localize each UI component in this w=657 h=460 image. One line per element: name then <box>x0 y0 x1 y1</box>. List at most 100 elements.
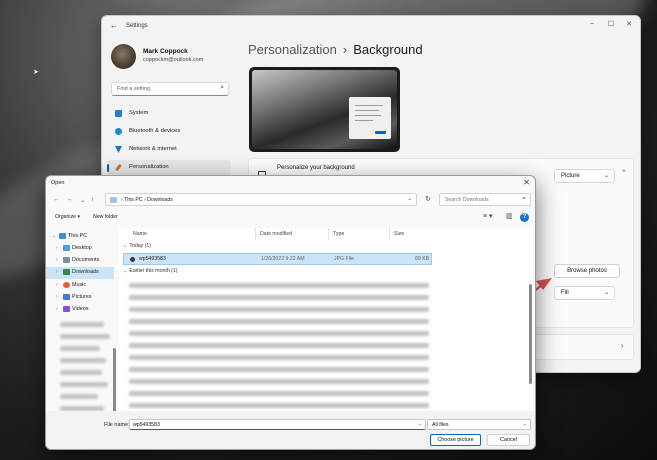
file-row-redacted[interactable] <box>129 367 429 372</box>
preview-button <box>375 131 386 134</box>
settings-titlebar: ← Settings – ☐ ✕ <box>102 16 640 38</box>
file-row-redacted[interactable] <box>129 355 429 360</box>
tree-label: Music <box>72 282 87 288</box>
view-options-icon[interactable]: ≡ ▾ <box>483 212 493 220</box>
column-header-date[interactable]: Date modified <box>260 231 292 237</box>
expand-arrow-icon[interactable]: › <box>56 245 58 251</box>
tree-label: Videos <box>72 306 89 312</box>
tree-item-downloads[interactable]: › Downloads <box>46 267 114 279</box>
help-icon[interactable]: ? <box>520 213 529 222</box>
new-folder-button[interactable]: New folder <box>93 214 118 220</box>
preview-line <box>355 115 381 116</box>
refresh-icon[interactable]: ↻ <box>425 195 431 203</box>
file-list-scrollbar[interactable] <box>529 284 532 384</box>
tree-item-desktop[interactable]: › Desktop <box>46 243 114 255</box>
column-header-name[interactable]: Name <box>133 231 147 237</box>
tree-item-pictures[interactable]: › Pictures <box>46 292 114 304</box>
nav-item-personalization[interactable]: Personalization <box>107 160 231 175</box>
tree-item-documents[interactable]: › Documents <box>46 255 114 267</box>
preview-pane-icon[interactable]: ▥ <box>506 212 513 220</box>
avatar[interactable] <box>111 44 136 69</box>
documents-icon <box>63 257 70 263</box>
bluetooth-icon <box>115 128 122 135</box>
tree-label: Documents <box>72 257 100 263</box>
file-row-redacted[interactable] <box>129 319 429 324</box>
choose-picture-button[interactable]: Choose picture <box>430 434 481 446</box>
tree-item-videos[interactable]: › Videos <box>46 304 114 316</box>
file-row-redacted[interactable] <box>129 379 429 384</box>
tree-item-redacted[interactable] <box>60 358 106 363</box>
file-name-value: wp5493583 <box>133 422 160 428</box>
group-label: Earlier this month (1) <box>129 268 178 274</box>
column-header-type[interactable]: Type <box>333 231 344 237</box>
tree-item-redacted[interactable] <box>60 370 102 375</box>
up-arrow-icon[interactable]: ↑ <box>91 196 94 203</box>
expand-arrow-icon[interactable]: › <box>56 294 58 300</box>
search-input[interactable]: Search Downloads ⌕ <box>439 193 531 206</box>
nav-item-system[interactable]: System <box>107 106 231 121</box>
chevron-down-icon[interactable]: ⌄ <box>407 196 412 202</box>
fit-value: Fill <box>561 290 569 296</box>
file-row-redacted[interactable] <box>129 307 429 312</box>
chevron-up-icon[interactable]: ⌃ <box>621 169 627 177</box>
breadcrumb-parent[interactable]: Personalization <box>248 42 337 57</box>
downloads-icon <box>63 269 70 275</box>
file-name-input[interactable]: wp5493583 ⌄ <box>129 419 426 430</box>
chevron-down-icon: ⌄ <box>522 421 527 427</box>
close-icon[interactable]: ✕ <box>523 178 530 187</box>
maximize-icon[interactable]: ☐ <box>608 20 614 28</box>
file-row-redacted[interactable] <box>129 283 429 288</box>
tree-item-this-pc[interactable]: ⌄ This PC <box>46 231 114 243</box>
search-icon: ⌕ <box>522 195 526 202</box>
file-row-redacted[interactable] <box>129 343 429 348</box>
nav-label: Bluetooth & devices <box>129 128 181 134</box>
file-row-redacted[interactable] <box>129 403 429 408</box>
chevron-down-icon: ⌄ <box>603 290 609 296</box>
tree-item-redacted[interactable] <box>60 394 98 399</box>
forward-arrow-icon[interactable]: → <box>66 196 73 203</box>
nav-item-network[interactable]: Network & internet <box>107 142 231 157</box>
tree-item-redacted[interactable] <box>60 346 100 351</box>
close-icon[interactable]: ✕ <box>626 20 632 28</box>
navigation-pane: ⌄ This PC › Desktop › Documents › Downlo… <box>46 228 116 421</box>
expand-arrow-icon[interactable]: › <box>56 306 58 312</box>
expand-arrow-icon[interactable]: › <box>56 282 58 288</box>
expand-arrow-icon[interactable]: › <box>56 257 58 263</box>
expand-arrow-icon[interactable]: ⌄ <box>52 233 56 239</box>
desktop-icon <box>63 245 70 251</box>
active-indicator <box>107 164 109 172</box>
browse-photos-button[interactable]: Browse photos <box>554 264 620 278</box>
nav-label: Network & internet <box>129 146 177 152</box>
back-arrow-icon[interactable]: ← <box>53 196 60 203</box>
wifi-icon <box>115 146 122 153</box>
pc-icon <box>110 197 117 203</box>
organize-button[interactable]: Organize ▾ <box>55 214 80 220</box>
cancel-button[interactable]: Cancel <box>487 434 530 446</box>
tree-item-redacted[interactable] <box>60 322 104 327</box>
address-bar[interactable]: › This PC › Downloads ⌄ <box>105 193 417 206</box>
group-header-today[interactable]: ⌄ Today (1) <box>123 243 151 249</box>
file-row-redacted[interactable] <box>129 295 429 300</box>
tree-item-redacted[interactable] <box>60 334 110 339</box>
file-type-select[interactable]: All files ⌄ <box>427 419 531 430</box>
tree-item-redacted[interactable] <box>60 382 108 387</box>
nav-item-bluetooth[interactable]: Bluetooth & devices <box>107 124 231 139</box>
find-setting-input[interactable]: Find a setting ⌕ <box>111 82 229 96</box>
chevron-down-icon[interactable]: ⌄ <box>418 421 422 427</box>
column-divider <box>389 228 390 240</box>
fit-dropdown[interactable]: Fill ⌄ <box>554 286 615 300</box>
file-row-redacted[interactable] <box>129 391 429 396</box>
mouse-cursor-icon: ➤ <box>33 69 39 76</box>
back-arrow-icon[interactable]: ← <box>110 21 118 30</box>
expand-arrow-icon[interactable]: › <box>56 269 58 275</box>
tree-item-music[interactable]: › Music <box>46 280 114 292</box>
settings-title: Settings <box>126 23 148 29</box>
background-type-dropdown[interactable]: Picture ⌄ <box>554 169 615 183</box>
column-header-size[interactable]: Size <box>394 231 404 237</box>
file-row-redacted[interactable] <box>129 331 429 336</box>
recent-chevron-icon[interactable]: ⌄ <box>80 196 85 204</box>
minimize-icon[interactable]: – <box>590 20 594 27</box>
file-row-selected[interactable]: wp5493583 1/26/2022 9:22 AM JPG File 89 … <box>123 253 432 265</box>
group-header-earlier[interactable]: ⌄ Earlier this month (1) <box>123 268 178 274</box>
background-preview <box>249 67 400 152</box>
